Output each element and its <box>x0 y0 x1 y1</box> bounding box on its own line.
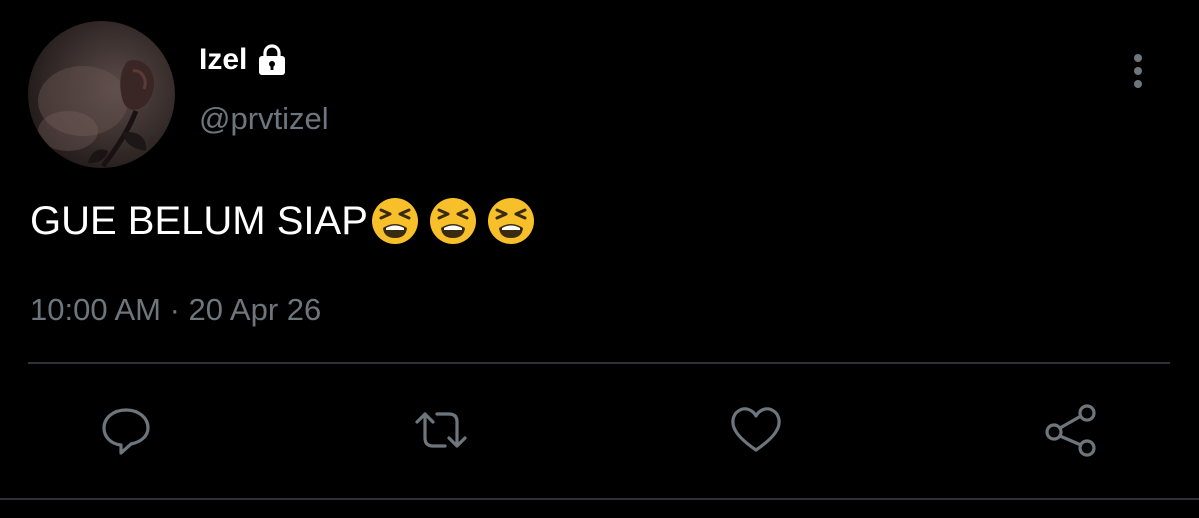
tweet-card: Izel @prvtizel GUE BELUM SIAP 10:00 AM ·… <box>0 0 1199 518</box>
divider <box>28 362 1170 364</box>
tweet-text-content: GUE BELUM SIAP <box>30 199 368 243</box>
share-icon <box>1041 402 1101 463</box>
avatar[interactable] <box>28 21 175 168</box>
tired-face-emoji <box>486 196 536 246</box>
heart-icon <box>727 402 785 463</box>
reply-icon <box>98 402 154 463</box>
like-button[interactable] <box>724 400 788 464</box>
name-row: Izel <box>199 40 289 80</box>
tired-face-emoji <box>370 196 420 246</box>
reply-button[interactable] <box>94 400 158 464</box>
avatar-image <box>38 60 154 168</box>
share-button[interactable] <box>1039 400 1103 464</box>
tweet-timestamp[interactable]: 10:00 AM · 20 Apr 26 <box>30 290 321 330</box>
display-name[interactable]: Izel <box>199 40 247 80</box>
tired-face-emoji <box>428 196 478 246</box>
bottom-divider <box>0 498 1199 500</box>
retweet-button[interactable] <box>409 400 473 464</box>
emoji-group <box>370 196 544 246</box>
lock-icon <box>255 43 289 77</box>
retweet-icon <box>411 402 471 463</box>
user-handle[interactable]: @prvtizel <box>199 99 329 139</box>
tweet-text: GUE BELUM SIAP <box>30 195 544 247</box>
more-options-icon[interactable] <box>1123 50 1153 94</box>
action-bar <box>0 400 1199 464</box>
